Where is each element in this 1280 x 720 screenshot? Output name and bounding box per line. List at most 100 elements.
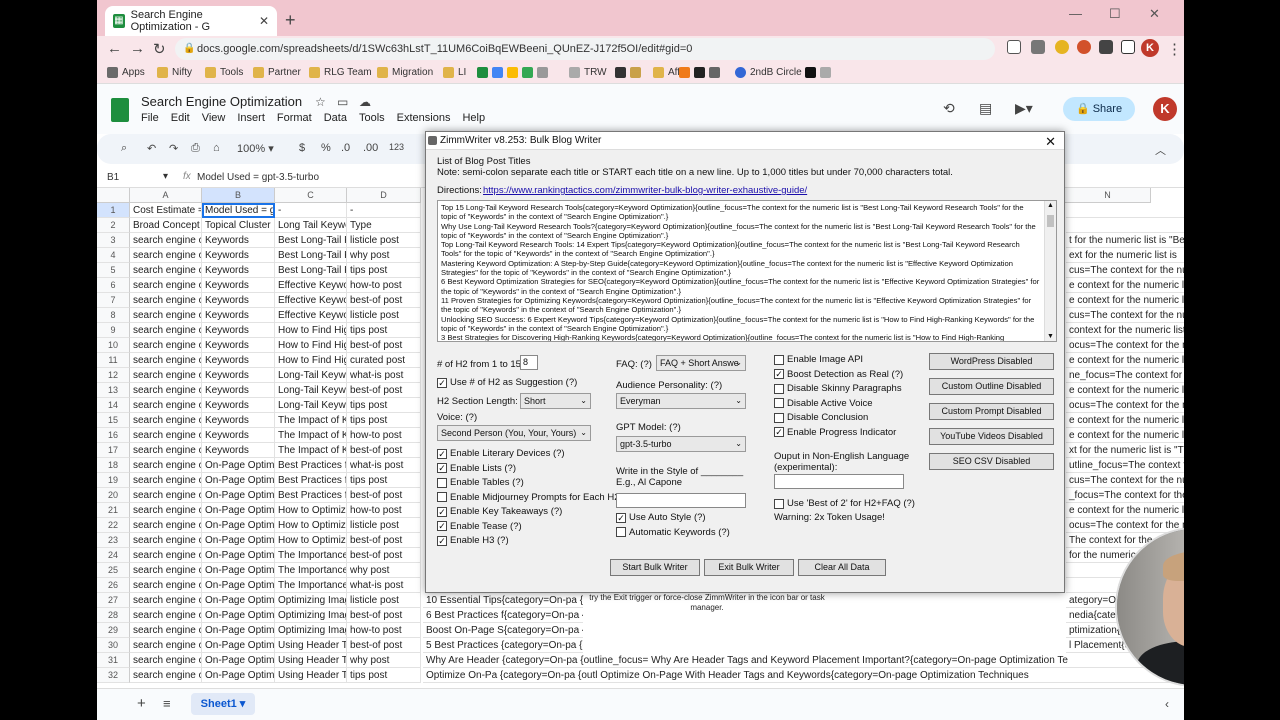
table-cell[interactable]: search engine o	[130, 398, 202, 413]
table-cell[interactable]: On-Page Optimi	[202, 503, 275, 518]
table-cell[interactable]: search engine o	[130, 578, 202, 593]
table-cell[interactable]: e context for the numeric lis	[1066, 278, 1184, 293]
clear-all-data-button[interactable]: Clear All Data	[798, 559, 886, 576]
table-cell[interactable]: On-Page Optimi	[202, 593, 275, 608]
row-header[interactable]: 27	[97, 593, 130, 608]
table-cell[interactable]: best-of post	[347, 488, 421, 503]
table-cell[interactable]: Effective Keywo	[275, 278, 347, 293]
table-cell[interactable]: On-Page Optimi	[202, 548, 275, 563]
table-cell[interactable]: search engine o	[130, 248, 202, 263]
table-cell[interactable]: search engine o	[130, 338, 202, 353]
exit-bulk-writer-button[interactable]: Exit Bulk Writer	[704, 559, 794, 576]
row-header[interactable]: 15	[97, 413, 130, 428]
table-cell[interactable]: _focus=The context for the n	[1066, 488, 1184, 503]
decrease-decimal-icon[interactable]: .0	[341, 142, 350, 154]
cloud-status-icon[interactable]: ☁	[359, 95, 371, 109]
row-header[interactable]: 7	[97, 293, 130, 308]
column-header-a[interactable]: A	[130, 188, 202, 203]
table-cell[interactable]: search engine o	[130, 233, 202, 248]
table-cell[interactable]: e context for the numeric list	[1066, 503, 1184, 518]
bookmark-rlg-team[interactable]: RLG Team	[309, 67, 372, 78]
share-page-icon[interactable]	[1007, 40, 1021, 54]
table-cell[interactable]: search engine o	[130, 353, 202, 368]
number-format[interactable]: 123	[389, 142, 404, 152]
table-cell[interactable]: search engine o	[130, 623, 202, 638]
row-header[interactable]: 18	[97, 458, 130, 473]
table-cell[interactable]: search engine o	[130, 473, 202, 488]
table-cell[interactable]: Best Practices fo	[275, 473, 347, 488]
faq-select[interactable]: FAQ + Short Answe ⌄	[656, 355, 746, 371]
menu-tools[interactable]: Tools	[359, 112, 385, 124]
table-cell[interactable]: Best Long-Tail K	[275, 248, 347, 263]
gpt-model-select[interactable]: gpt-3.5-turbo ⌄	[616, 436, 746, 452]
row-header[interactable]: 20	[97, 488, 130, 503]
directions-link[interactable]: https://www.rankingtactics.com/zimmwrite…	[483, 185, 807, 196]
forward-icon[interactable]: →	[130, 40, 145, 57]
table-cell[interactable]: best-of post	[347, 608, 421, 623]
option-checkbox[interactable]: Disable Conclusion	[774, 412, 868, 423]
document-title[interactable]: Search Engine Optimization	[141, 94, 302, 109]
table-cell[interactable]: How to Optimize	[275, 503, 347, 518]
table-cell[interactable]: best-of post	[347, 338, 421, 353]
table-cell[interactable]: Cost Estimate =	[130, 203, 202, 218]
sidepanel-icon[interactable]	[1121, 40, 1135, 54]
menu-format[interactable]: Format	[277, 112, 312, 124]
table-cell[interactable]: On-Page Optimi	[202, 458, 275, 473]
table-cell[interactable]: Effective Keywo	[275, 293, 347, 308]
table-cell[interactable]: best-of post	[347, 293, 421, 308]
table-cell[interactable]: The Impact of K	[275, 443, 347, 458]
table-cell[interactable]: On-Page Optimi	[202, 653, 275, 668]
column-header-n[interactable]: N	[1065, 188, 1151, 203]
table-cell[interactable]: search engine o	[130, 638, 202, 653]
row-header[interactable]: 23	[97, 533, 130, 548]
table-cell[interactable]: Keywords	[202, 248, 275, 263]
table-cell[interactable]: Keywords	[202, 398, 275, 413]
table-cell[interactable]: search engine o	[130, 548, 202, 563]
option-checkbox[interactable]: Enable Tables (?)	[437, 477, 524, 488]
puzzle-icon[interactable]	[1099, 40, 1113, 54]
dialog-close-icon[interactable]: ✕	[1045, 133, 1056, 151]
table-cell[interactable]: why post	[347, 653, 421, 668]
wordpress-button[interactable]: WordPress Disabled	[929, 353, 1054, 370]
non-english-input[interactable]	[774, 474, 904, 489]
table-cell[interactable]: How to Find Higl	[275, 353, 347, 368]
row-header[interactable]: 6	[97, 278, 130, 293]
table-cell[interactable]: tips post	[347, 263, 421, 278]
option-checkbox[interactable]: ✓ Enable H3 (?)	[437, 535, 509, 546]
table-cell[interactable]: xt for the numeric list is "Th	[1066, 443, 1184, 458]
table-cell[interactable]: The Importance	[275, 563, 347, 578]
table-cell[interactable]: utline_focus=The context for	[1066, 458, 1184, 473]
table-cell[interactable]: best-of post	[347, 638, 421, 653]
table-cell[interactable]: search engine o	[130, 368, 202, 383]
table-cell[interactable]: Keywords	[202, 368, 275, 383]
account-avatar[interactable]: K	[1153, 97, 1177, 121]
table-cell[interactable]: how-to post	[347, 428, 421, 443]
row-header[interactable]: 2	[97, 218, 130, 233]
table-cell[interactable]: tips post	[347, 473, 421, 488]
column-header-d[interactable]: D	[347, 188, 421, 203]
h2-count-input[interactable]: 8	[520, 355, 538, 370]
percent-icon[interactable]: %	[321, 142, 331, 154]
table-cell[interactable]: search engine o	[130, 308, 202, 323]
table-cell[interactable]: best-of post	[347, 443, 421, 458]
minimize-icon[interactable]: —	[1069, 6, 1082, 21]
table-cell[interactable]: Keywords	[202, 353, 275, 368]
sheets-logo-icon[interactable]	[111, 98, 129, 122]
table-cell[interactable]: The Importance	[275, 578, 347, 593]
table-cell[interactable]: -	[347, 203, 421, 218]
table-cell[interactable]: best-of post	[347, 548, 421, 563]
personality-select[interactable]: Everyman ⌄	[616, 393, 746, 409]
table-cell[interactable]: search engine o	[130, 293, 202, 308]
table-cell[interactable]: why post	[347, 563, 421, 578]
table-cell[interactable]: search engine o	[130, 458, 202, 473]
table-cell[interactable]: search engine o	[130, 413, 202, 428]
row-header[interactable]: 12	[97, 368, 130, 383]
row-header[interactable]: 9	[97, 323, 130, 338]
table-cell[interactable]: How to Optimize	[275, 518, 347, 533]
table-cell[interactable]: On-Page Optimi	[202, 488, 275, 503]
row-header[interactable]: 22	[97, 518, 130, 533]
table-cell[interactable]: tips post	[347, 413, 421, 428]
table-cell[interactable]: search engine o	[130, 503, 202, 518]
table-cell[interactable]: search engine o	[130, 383, 202, 398]
table-cell[interactable]: 10 Essential Tips{category=On-pa {outl	[423, 593, 583, 608]
